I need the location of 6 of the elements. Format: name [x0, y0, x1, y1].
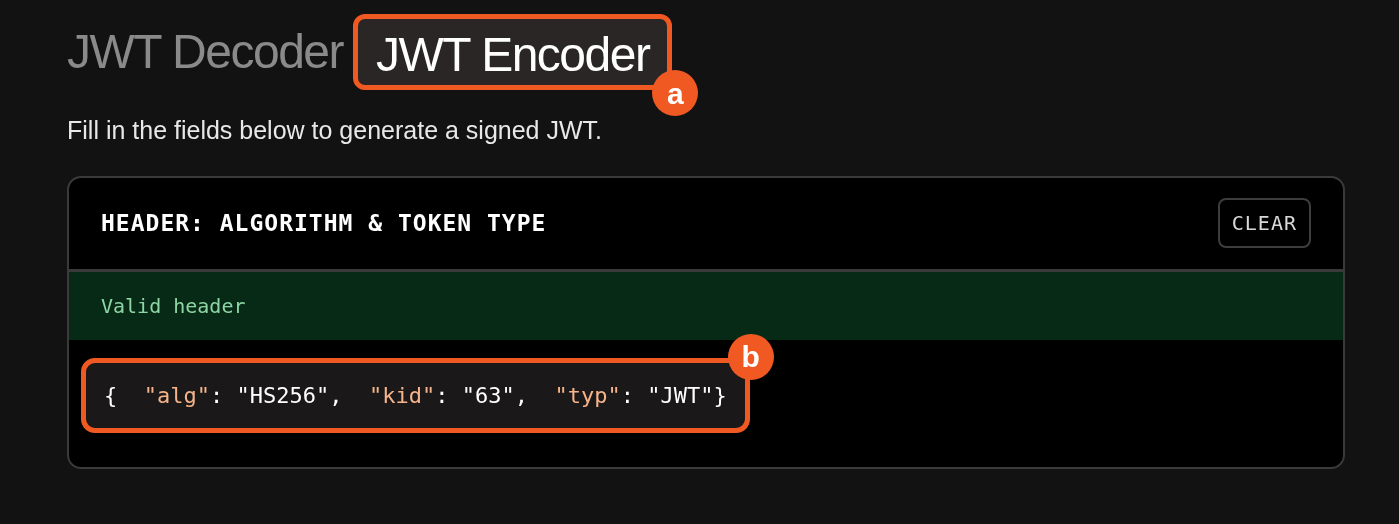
annotation-badge: a	[652, 70, 699, 116]
clear-button[interactable]: CLEAR	[1217, 198, 1311, 248]
tab[interactable]: JWT Decoder	[67, 14, 344, 90]
panel-title: HEADER: ALGORITHM & TOKEN TYPE	[101, 208, 547, 238]
status-banner: Valid header	[69, 271, 1343, 340]
description-text: Fill in the fields below to generate a signed JWT.	[67, 115, 603, 146]
